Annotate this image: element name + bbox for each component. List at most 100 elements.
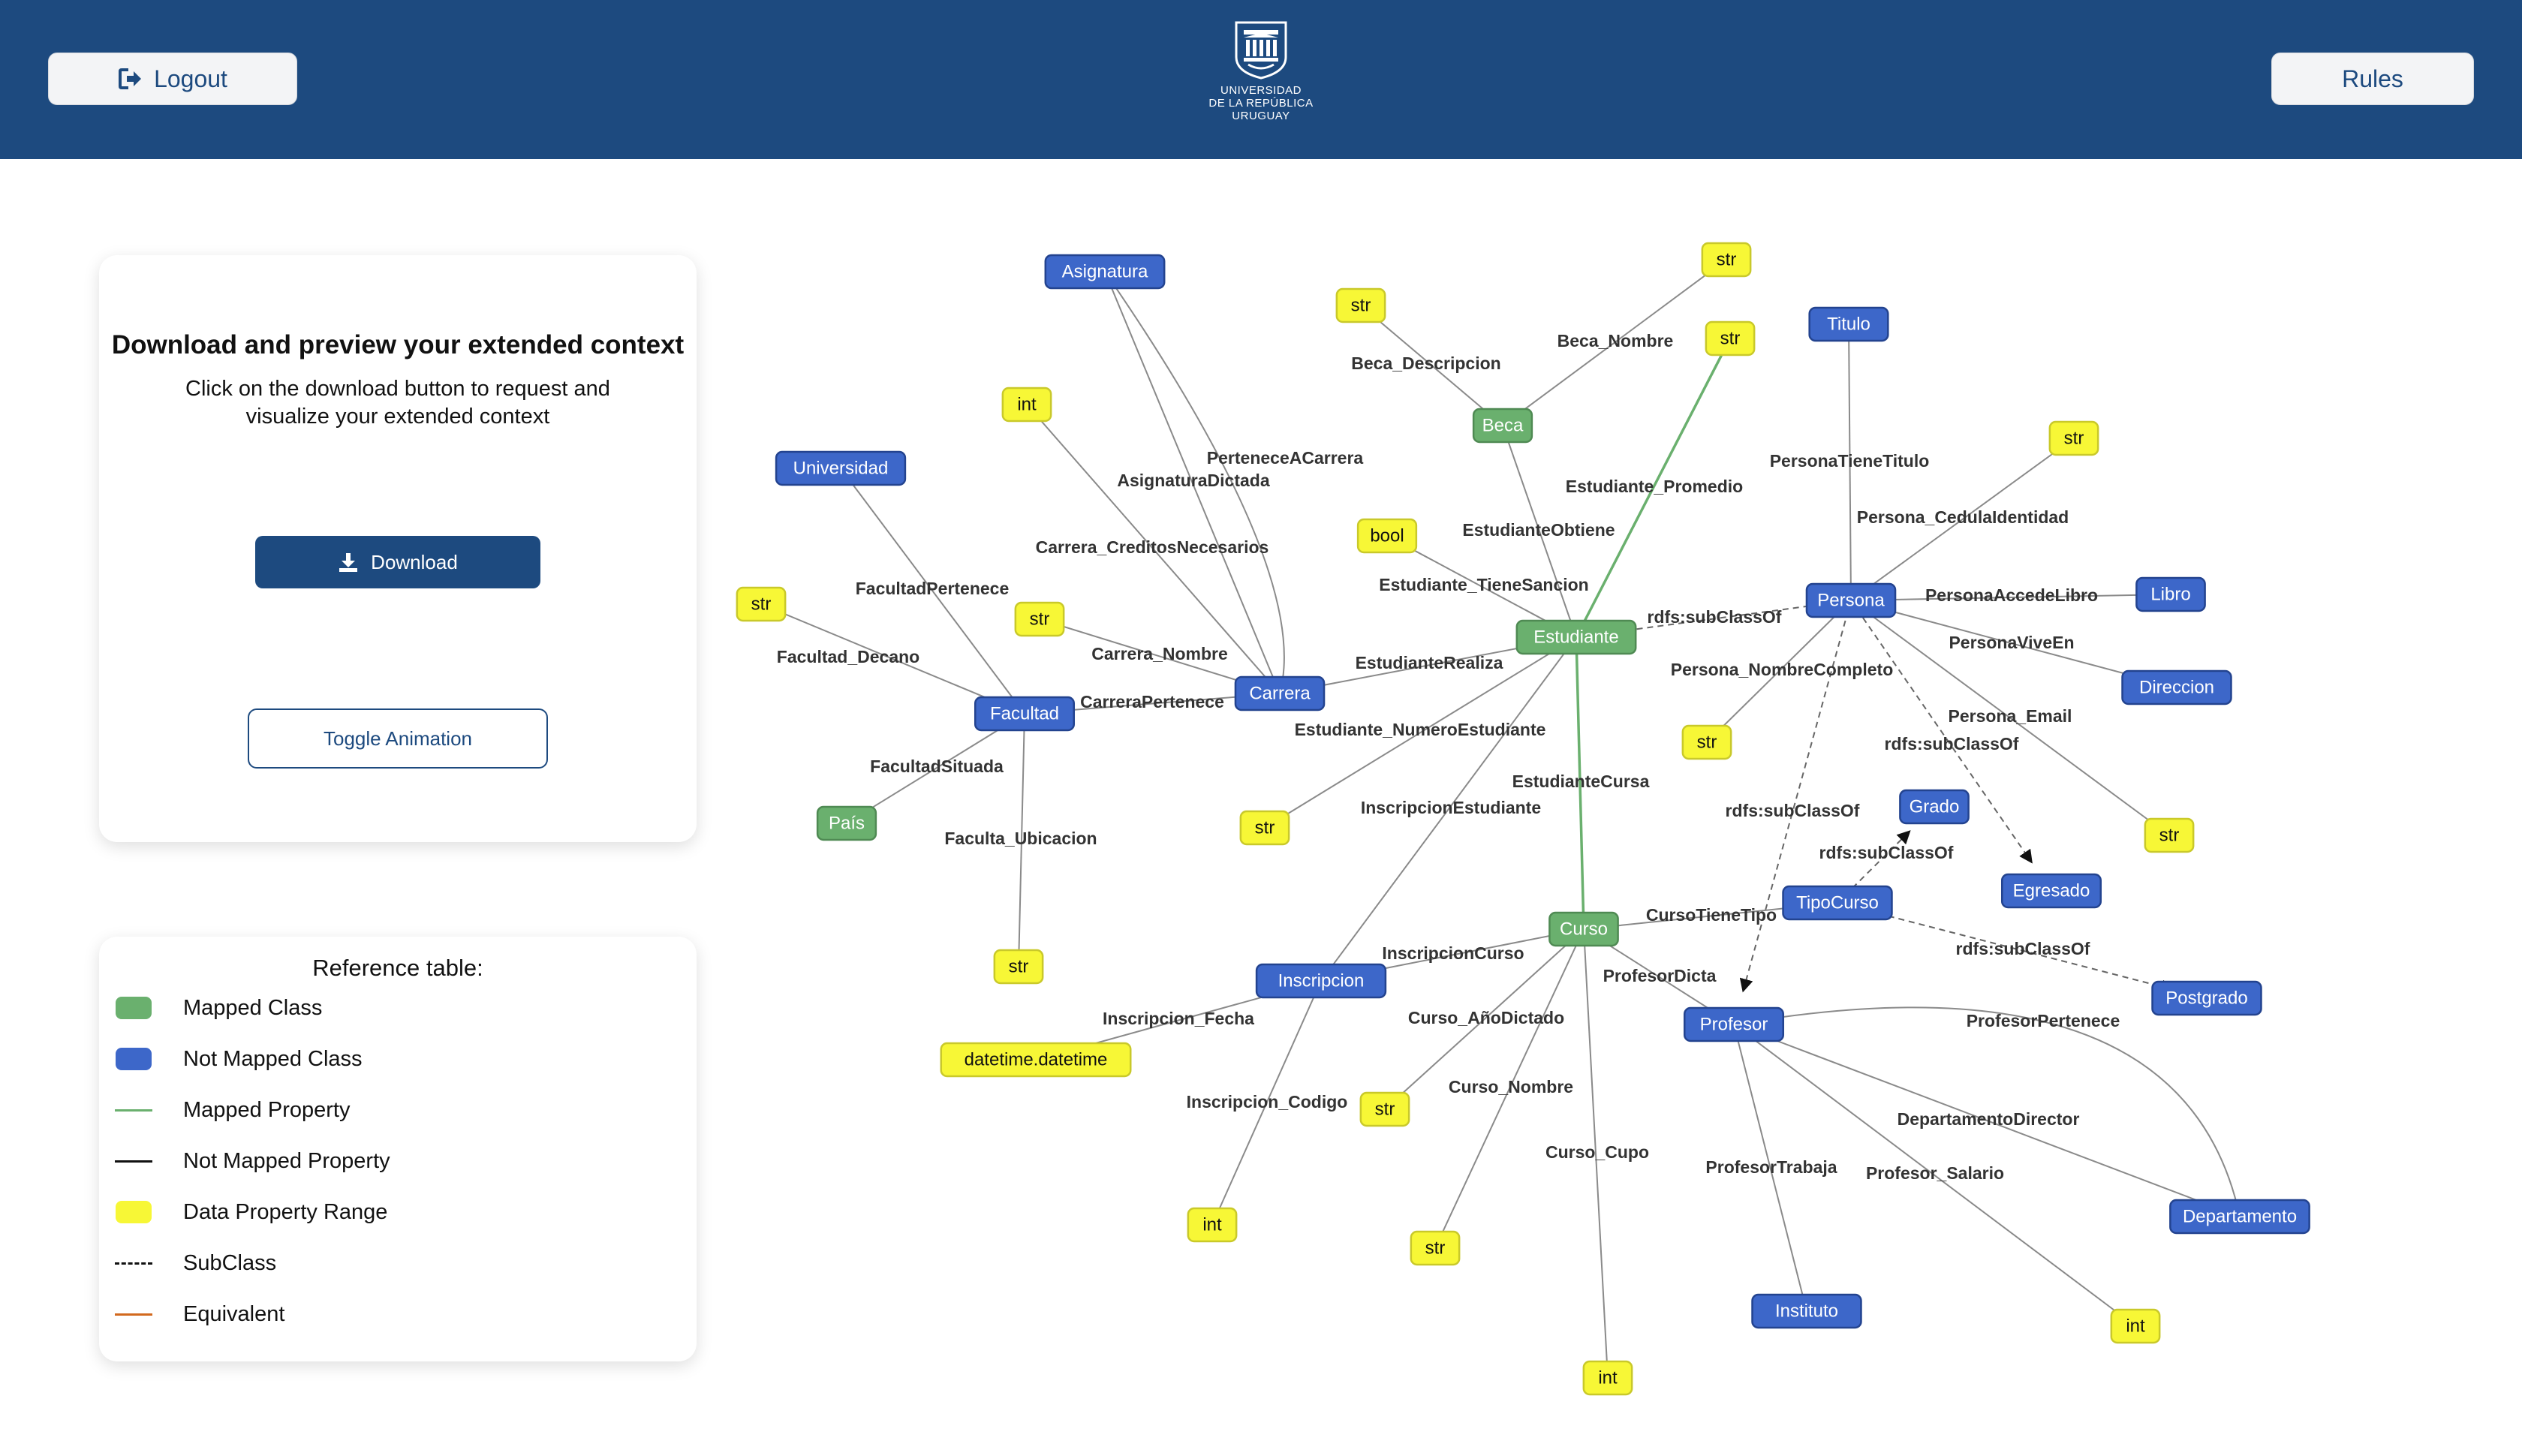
graph-node-d-int-asig[interactable]: int bbox=[1001, 387, 1052, 423]
graph-node-instituto[interactable]: Instituto bbox=[1751, 1293, 1862, 1329]
graph-node-d-str-numest[interactable]: str bbox=[1239, 810, 1290, 846]
graph-node-egresado[interactable]: Egresado bbox=[2000, 873, 2102, 909]
node-label: Inscripcion bbox=[1278, 970, 1365, 991]
graph-node-d-str-cedula[interactable]: str bbox=[2048, 420, 2099, 456]
reference-row: Mapped Property bbox=[114, 1095, 350, 1125]
edge-label: rdfs:subClassOf bbox=[1726, 801, 1860, 820]
edge-label: PersonaAccedeLibro bbox=[1925, 585, 2098, 605]
node-label: TipoCurso bbox=[1796, 892, 1879, 913]
edge-label: PersonaTieneTitulo bbox=[1770, 451, 1930, 471]
graph-node-d-int-cupo[interactable]: int bbox=[1582, 1360, 1633, 1396]
graph-node-d-int-sal[interactable]: int bbox=[2110, 1308, 2161, 1344]
graph-node-d-str-prom[interactable]: str bbox=[1705, 320, 1756, 356]
graph-node-d-str-car[interactable]: str bbox=[1014, 601, 1065, 637]
graph-node-d-datetime[interactable]: datetime.datetime bbox=[940, 1042, 1132, 1078]
graph-node-titulo[interactable]: Titulo bbox=[1808, 306, 1889, 342]
reference-card: Reference table: Mapped Class Not Mapped … bbox=[99, 937, 697, 1361]
logo-line: UNIVERSIDAD bbox=[1220, 84, 1302, 97]
reference-row: Mapped Class bbox=[114, 993, 322, 1023]
node-label: Persona bbox=[1817, 590, 1885, 610]
node-label: Departamento bbox=[2183, 1206, 2297, 1226]
edge-label: Beca_Nombre bbox=[1557, 331, 1674, 350]
node-label: str bbox=[1009, 956, 1029, 976]
node-label: Direccion bbox=[2139, 677, 2214, 697]
university-logo: UNIVERSIDAD DE LA REPÚBLICA URUGUAY bbox=[1201, 20, 1321, 132]
logout-button[interactable]: Logout bbox=[48, 53, 297, 105]
node-label: str bbox=[1717, 249, 1737, 269]
graph-node-curso[interactable]: Curso bbox=[1548, 911, 1619, 947]
node-label: Postgrado bbox=[2165, 988, 2247, 1008]
graph-node-d-str-becadesc[interactable]: str bbox=[1335, 287, 1386, 323]
node-label: Carrera bbox=[1249, 683, 1311, 703]
graph-node-postgrado[interactable]: Postgrado bbox=[2151, 980, 2262, 1016]
edge-label: EstudianteObtiene bbox=[1462, 520, 1615, 540]
edge-label: ProfesorDicta bbox=[1603, 966, 1717, 985]
node-label: Grado bbox=[1910, 796, 1960, 817]
graph-node-profesor[interactable]: Profesor bbox=[1683, 1006, 1785, 1042]
graph-node-pais[interactable]: País bbox=[816, 805, 877, 841]
graph-node-grado[interactable]: Grado bbox=[1899, 789, 1970, 825]
node-label: str bbox=[2064, 428, 2084, 448]
download-button[interactable]: Download bbox=[255, 536, 540, 588]
graph-node-d-str-becanom[interactable]: str bbox=[1701, 242, 1752, 278]
node-label: Profesor bbox=[1700, 1014, 1768, 1034]
ontology-graph[interactable]: AsignaturaDictada PerteneceACarrera Carrer… bbox=[721, 180, 2522, 1441]
edge-label: FacultadSituada bbox=[870, 757, 1004, 776]
node-label: str bbox=[1697, 732, 1717, 752]
edge-label: Estudiante_NumeroEstudiante bbox=[1295, 720, 1546, 739]
legend-swatch-icon bbox=[114, 1199, 153, 1225]
download-icon bbox=[339, 553, 358, 572]
graph-node-d-str-cnom[interactable]: str bbox=[1410, 1230, 1461, 1266]
edge-label: Carrera_CreditosNecesarios bbox=[1036, 537, 1269, 557]
graph-node-d-bool[interactable]: bool bbox=[1356, 518, 1418, 554]
graph-node-carrera[interactable]: Carrera bbox=[1234, 675, 1326, 711]
node-label: bool bbox=[1370, 525, 1404, 546]
graph-node-estudiante[interactable]: Estudiante bbox=[1515, 619, 1637, 655]
node-label: str bbox=[2159, 825, 2180, 845]
toggle-animation-button[interactable]: Toggle Animation bbox=[248, 708, 548, 769]
graph-node-d-str-email[interactable]: str bbox=[2144, 817, 2195, 853]
graph-node-d-str-facub[interactable]: str bbox=[993, 949, 1044, 985]
graph-node-asignatura[interactable]: Asignatura bbox=[1044, 254, 1166, 290]
legend-swatch-icon bbox=[114, 1301, 153, 1327]
node-label: Universidad bbox=[793, 458, 889, 478]
reference-label: SubClass bbox=[183, 1250, 277, 1275]
edge-label: CarreraPertenece bbox=[1080, 692, 1224, 711]
node-label: datetime.datetime bbox=[965, 1049, 1108, 1069]
download-title: Download and preview your extended conte… bbox=[111, 330, 685, 359]
edge-label: Curso_AñoDictado bbox=[1408, 1008, 1564, 1027]
node-label: Asignatura bbox=[1062, 261, 1148, 281]
node-label: int bbox=[2126, 1316, 2145, 1336]
graph-node-d-str-anio[interactable]: str bbox=[1359, 1091, 1410, 1127]
reference-label: Mapped Property bbox=[183, 1097, 351, 1122]
toggle-animation-label: Toggle Animation bbox=[323, 726, 473, 750]
edge-label: AsignaturaDictada bbox=[1117, 471, 1269, 490]
download-label: Download bbox=[371, 550, 458, 573]
node-label: str bbox=[1030, 609, 1050, 629]
node-label: str bbox=[751, 594, 772, 614]
top-bar: Logout UNIVERSIDAD DE LA REPÚBLICA URUGU… bbox=[0, 0, 2522, 159]
graph-node-facultad[interactable]: Facultad bbox=[974, 696, 1076, 732]
graph-node-departamento[interactable]: Departamento bbox=[2169, 1199, 2310, 1235]
edge-label: PerteneceACarrera bbox=[1207, 448, 1364, 468]
graph-node-beca[interactable]: Beca bbox=[1472, 408, 1533, 444]
logout-icon bbox=[119, 68, 142, 89]
node-label: Beca bbox=[1482, 415, 1524, 435]
graph-node-d-str-fac[interactable]: str bbox=[736, 586, 787, 622]
edge-label: Estudiante_TieneSancion bbox=[1379, 575, 1588, 594]
download-subtitle: Click on the download button to request … bbox=[185, 377, 610, 429]
rules-button[interactable]: Rules bbox=[2271, 53, 2474, 105]
graph-node-direccion[interactable]: Direccion bbox=[2121, 669, 2232, 705]
graph-node-inscripcion[interactable]: Inscripcion bbox=[1255, 963, 1387, 999]
graph-node-d-int-insc[interactable]: int bbox=[1187, 1207, 1238, 1243]
edge-label: InscripcionCurso bbox=[1382, 943, 1524, 963]
graph-node-persona[interactable]: Persona bbox=[1805, 582, 1897, 618]
download-card: Download and preview your extended conte… bbox=[99, 255, 697, 842]
graph-node-universidad[interactable]: Universidad bbox=[775, 450, 907, 486]
graph-node-d-str-nomcomp[interactable]: str bbox=[1681, 724, 1732, 760]
graph-node-tipocurso[interactable]: TipoCurso bbox=[1782, 885, 1893, 921]
edge-label: rdfs:subClassOf bbox=[1648, 607, 1782, 627]
graph-canvas[interactable]: AsignaturaDictada PerteneceACarrera Carrer… bbox=[721, 180, 2522, 1441]
graph-node-libro[interactable]: Libro bbox=[2135, 576, 2206, 612]
reference-row: SubClass bbox=[114, 1248, 276, 1278]
